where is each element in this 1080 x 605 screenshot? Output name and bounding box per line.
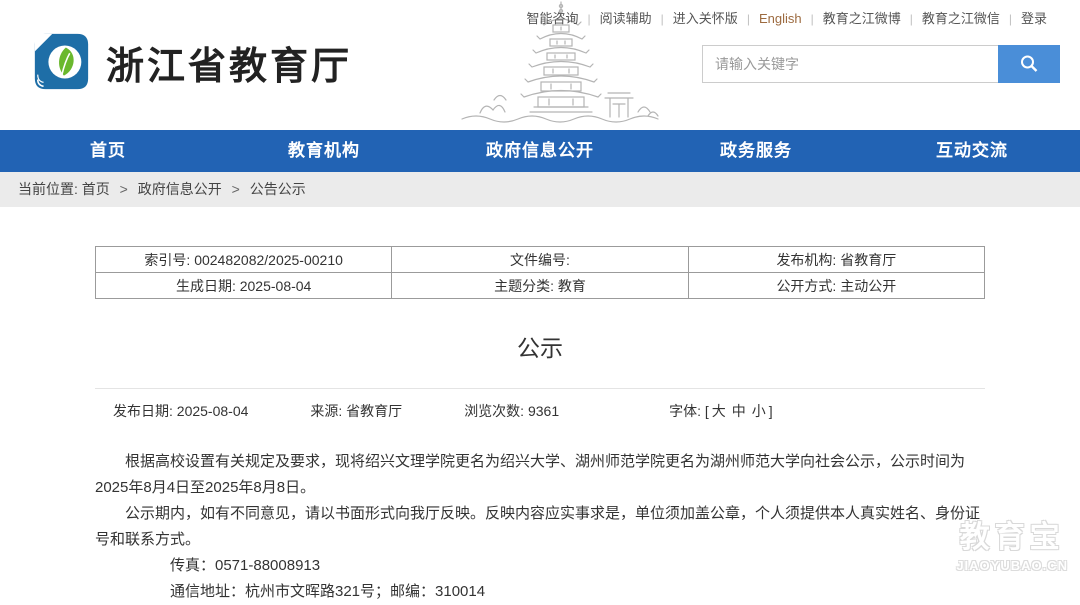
font-size-large[interactable]: 大 xyxy=(712,403,726,419)
site-logo[interactable]: 浙江省教育厅 xyxy=(30,31,352,93)
breadcrumb: 当前位置: 首页 > 政府信息公开 > 公告公示 xyxy=(0,172,1080,207)
info-cell-create-date: 生成日期: 2025-08-04 xyxy=(96,273,392,299)
separator: | xyxy=(910,12,913,26)
nav-item-gov-info[interactable]: 政府信息公开 xyxy=(432,130,648,172)
bracket-open: [ xyxy=(705,403,709,419)
book-leaf-logo-icon xyxy=(30,31,92,93)
utility-link-care-version[interactable]: 进入关怀版 xyxy=(673,11,738,26)
breadcrumb-label: 当前位置: xyxy=(18,181,78,197)
article-paragraph: 公示期内，如有不同意见，请以书面形式向我厅反映。反映内容应实事求是，单位须加盖公… xyxy=(95,501,985,553)
font-size-control: 字体: [大中小] xyxy=(669,401,773,421)
publish-date: 发布日期: 2025-08-04 xyxy=(113,401,248,421)
search-box xyxy=(702,45,1060,83)
utility-link-login[interactable]: 登录 xyxy=(1021,11,1047,26)
breadcrumb-item-current: 公告公示 xyxy=(250,181,306,197)
separator: | xyxy=(811,12,814,26)
info-cell-topic: 主题分类: 教育 xyxy=(392,273,688,299)
font-size-label: 字体: xyxy=(669,403,701,419)
article-body: 根据高校设置有关规定及要求，现将绍兴文理学院更名为绍兴大学、湖州师范学院更名为湖… xyxy=(95,449,985,605)
nav-item-services[interactable]: 政务服务 xyxy=(648,130,864,172)
info-cell-issuer: 发布机构: 省教育厅 xyxy=(688,247,984,273)
magnifier-icon xyxy=(1018,53,1040,75)
source: 来源: 省教育厅 xyxy=(310,401,402,421)
main-nav: 首页 教育机构 政府信息公开 政务服务 互动交流 xyxy=(0,130,1080,172)
separator: | xyxy=(588,12,591,26)
article-paragraph: 根据高校设置有关规定及要求，现将绍兴文理学院更名为绍兴大学、湖州师范学院更名为湖… xyxy=(95,449,985,501)
font-size-medium[interactable]: 中 xyxy=(732,403,746,419)
separator: | xyxy=(747,12,750,26)
info-cell-index-no: 索引号: 002482082/2025-00210 xyxy=(96,247,392,273)
fax-line: 传真：0571-88008913 xyxy=(95,553,985,579)
separator: | xyxy=(661,12,664,26)
breadcrumb-separator: > xyxy=(120,181,128,197)
utility-link-smart-consult[interactable]: 智能咨询 xyxy=(527,11,579,26)
article-title: 公示 xyxy=(95,329,985,363)
font-size-small[interactable]: 小 xyxy=(752,403,766,419)
table-row: 生成日期: 2025-08-04 主题分类: 教育 公开方式: 主动公开 xyxy=(96,273,985,299)
address-line: 通信地址：杭州市文晖路321号；邮编：310014 xyxy=(95,579,985,605)
article-meta: 发布日期: 2025-08-04 来源: 省教育厅 浏览次数: 9361 字体:… xyxy=(95,401,985,421)
utility-links: 智能咨询 | 阅读辅助 | 进入关怀版 | English | 教育之江微博 | 教育之江微信 | 登录 xyxy=(527,8,1047,27)
article-container: 索引号: 002482082/2025-00210 文件编号: 发布机构: 省教… xyxy=(95,246,985,605)
search-input[interactable] xyxy=(702,45,998,83)
utility-link-wechat[interactable]: 教育之江微信 xyxy=(922,11,1000,26)
info-cell-disclosure: 公开方式: 主动公开 xyxy=(688,273,984,299)
view-count: 浏览次数: 9361 xyxy=(464,401,559,421)
nav-item-home[interactable]: 首页 xyxy=(0,130,216,172)
site-header: 浙江省教育厅 xyxy=(0,0,1080,130)
nav-item-institutions[interactable]: 教育机构 xyxy=(216,130,432,172)
breadcrumb-item-gov-info[interactable]: 政府信息公开 xyxy=(138,181,222,197)
utility-link-reading-aid[interactable]: 阅读辅助 xyxy=(600,11,652,26)
divider xyxy=(95,388,985,389)
breadcrumb-item-home[interactable]: 首页 xyxy=(82,181,110,197)
utility-link-english[interactable]: English xyxy=(759,11,802,26)
site-title: 浙江省教育厅 xyxy=(106,35,352,90)
table-row: 索引号: 002482082/2025-00210 文件编号: 发布机构: 省教… xyxy=(96,247,985,273)
nav-item-interaction[interactable]: 互动交流 xyxy=(864,130,1080,172)
utility-link-weibo[interactable]: 教育之江微博 xyxy=(823,11,901,26)
info-cell-doc-no: 文件编号: xyxy=(392,247,688,273)
bracket-close: ] xyxy=(769,403,773,419)
separator: | xyxy=(1009,12,1012,26)
breadcrumb-separator: > xyxy=(232,181,240,197)
search-button[interactable] xyxy=(998,45,1060,83)
info-table: 索引号: 002482082/2025-00210 文件编号: 发布机构: 省教… xyxy=(95,246,985,299)
